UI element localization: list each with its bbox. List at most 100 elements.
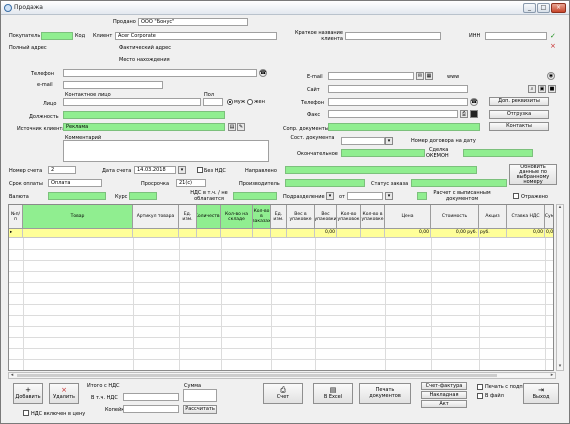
sost-dokumenta-field[interactable] bbox=[341, 137, 385, 145]
valuta-field[interactable] bbox=[48, 192, 106, 200]
table-cell[interactable] bbox=[23, 229, 133, 238]
muzh-radio[interactable] bbox=[227, 99, 233, 105]
color-icon[interactable] bbox=[470, 110, 478, 118]
phone-icon[interactable]: ☎ bbox=[259, 69, 267, 77]
col-header[interactable]: Цена bbox=[385, 205, 431, 229]
col-header[interactable]: Кол-во в упаковке bbox=[361, 205, 385, 229]
table-cell[interactable] bbox=[361, 229, 385, 238]
sdelka-field[interactable] bbox=[463, 149, 533, 157]
vyhod-button[interactable]: ⇥ Выход bbox=[523, 383, 559, 404]
r-email-field[interactable] bbox=[328, 72, 414, 80]
pechat-checkbox[interactable] bbox=[477, 384, 483, 390]
fax-icon[interactable]: ⎙ bbox=[460, 110, 468, 118]
pol-field[interactable] bbox=[203, 98, 223, 106]
table-cell[interactable]: руб. bbox=[479, 229, 507, 238]
col-header[interactable]: №п/п bbox=[9, 205, 23, 229]
table-cell[interactable] bbox=[179, 229, 197, 238]
zhen-radio[interactable] bbox=[247, 99, 253, 105]
dobavit-button[interactable]: + Добавить bbox=[13, 383, 43, 404]
utochnit-button[interactable]: Обновить данные по выбранному номеру bbox=[509, 164, 557, 185]
scroll-up-icon[interactable]: ▴ bbox=[557, 205, 563, 211]
col-header[interactable]: Вес упаковки bbox=[315, 205, 337, 229]
klient-field[interactable]: Acer Corporate bbox=[115, 32, 277, 40]
scroll-left-icon[interactable]: ◂ bbox=[9, 373, 15, 379]
r-telefon-field[interactable] bbox=[328, 98, 468, 106]
predoplata-dropdown-icon[interactable]: ▾ bbox=[326, 192, 334, 200]
schet-faktura-button[interactable]: Счет-фактура bbox=[421, 382, 467, 390]
maximize-button[interactable]: □ bbox=[537, 3, 550, 13]
istochnik-field[interactable]: Реклама bbox=[63, 123, 225, 131]
pokupatel-code-field[interactable] bbox=[41, 32, 73, 40]
col-header[interactable]: Вес в упаковке bbox=[287, 205, 315, 229]
udalit-button[interactable]: × Удалить bbox=[49, 383, 79, 404]
table-cell[interactable] bbox=[337, 229, 361, 238]
dop-dannye-button[interactable]: Доп. реквизиты bbox=[489, 97, 549, 106]
dolzhnost-field[interactable] bbox=[63, 111, 225, 119]
lico-field[interactable] bbox=[63, 98, 201, 106]
edit-icon[interactable]: ✎ bbox=[237, 123, 245, 131]
nds-field[interactable] bbox=[233, 192, 277, 200]
calendar-dropdown-icon[interactable]: ▾ bbox=[178, 166, 186, 174]
data-scheta-field[interactable]: 14.03.2018 bbox=[134, 166, 176, 174]
v-t-ch-nds-field[interactable] bbox=[123, 393, 179, 401]
schet-button[interactable]: ⎙ Счет bbox=[263, 383, 303, 404]
kommentariy-field[interactable] bbox=[63, 140, 269, 162]
save-icon[interactable]: ■ bbox=[548, 85, 556, 93]
scroll-down-icon[interactable]: ▾ bbox=[557, 364, 563, 370]
kontakty-button[interactable]: Контакты bbox=[489, 122, 549, 131]
pechat-button[interactable]: Печать документов bbox=[359, 383, 411, 404]
col-header[interactable]: Сум bbox=[545, 205, 553, 229]
srok-field[interactable]: Оплата bbox=[48, 179, 102, 187]
proizvoditel-field[interactable] bbox=[285, 179, 365, 187]
kurs-field[interactable] bbox=[129, 192, 157, 200]
table-cell[interactable] bbox=[253, 229, 271, 238]
okonch-field[interactable] bbox=[341, 149, 425, 157]
x-icon[interactable]: × bbox=[550, 42, 556, 50]
col-header[interactable]: Стоимость bbox=[431, 205, 479, 229]
table-cell[interactable] bbox=[221, 229, 253, 238]
nakladnaya-button[interactable]: Накладная bbox=[421, 391, 467, 399]
kratkoe-field[interactable] bbox=[345, 32, 441, 40]
close-button[interactable]: × bbox=[551, 3, 566, 13]
table-cell[interactable]: 0,00 bbox=[315, 229, 337, 238]
table-cell[interactable] bbox=[197, 229, 221, 238]
table-cell[interactable]: 0,00 bbox=[385, 229, 431, 238]
scroll-right-icon[interactable]: ▸ bbox=[549, 373, 555, 379]
col-header[interactable]: Артикул товара bbox=[133, 205, 179, 229]
table-row[interactable]: ▸ 0,00 0,00 0,00 руб. руб. 0,00 0,0 bbox=[9, 229, 553, 238]
bez-nds-checkbox[interactable] bbox=[197, 167, 203, 173]
nds-v-schete-checkbox[interactable] bbox=[23, 410, 29, 416]
open-icon[interactable]: ✉ bbox=[416, 72, 424, 80]
table-cell[interactable]: 0,00 bbox=[507, 229, 545, 238]
faks-field[interactable] bbox=[328, 110, 458, 118]
col-header[interactable]: Ед. изм. bbox=[179, 205, 197, 229]
vertical-scrollbar[interactable]: ▴ ▾ bbox=[556, 204, 564, 371]
col-header[interactable]: Товар bbox=[23, 205, 133, 229]
raschet-button[interactable]: Рассчитать bbox=[183, 405, 217, 414]
r-phone-icon[interactable]: ☎ bbox=[470, 98, 478, 106]
globe-icon[interactable]: ◉ bbox=[547, 72, 555, 80]
kopeiki-field[interactable] bbox=[123, 405, 179, 413]
prosrochka-field[interactable]: 21(с) bbox=[176, 179, 206, 187]
table-cell[interactable] bbox=[271, 229, 287, 238]
search-icon[interactable]: ⌕ bbox=[528, 85, 536, 93]
sost-dropdown-icon[interactable]: ▾ bbox=[385, 137, 393, 145]
summa-field[interactable] bbox=[183, 389, 217, 402]
prodano-field[interactable]: ООО "Бонус" bbox=[138, 18, 248, 26]
doc-icon[interactable]: ▣ bbox=[538, 85, 546, 93]
col-header[interactable]: Кол-во на складе bbox=[221, 205, 253, 229]
sayt-field[interactable] bbox=[328, 85, 468, 93]
col-header[interactable]: Ед. изм. bbox=[271, 205, 287, 229]
table-cell[interactable]: 0,0 bbox=[545, 229, 553, 238]
minimize-button[interactable]: _ bbox=[523, 3, 536, 13]
napravleno-field[interactable] bbox=[285, 166, 477, 174]
table-cell[interactable]: 0,00 руб. bbox=[431, 229, 479, 238]
v-excel-button[interactable]: ▤ В Excel bbox=[313, 383, 353, 404]
scroll-thumb[interactable] bbox=[17, 374, 497, 377]
ot-field[interactable] bbox=[347, 192, 383, 200]
col-header[interactable]: Количество bbox=[197, 205, 221, 229]
table-cell[interactable] bbox=[133, 229, 179, 238]
inn-field[interactable] bbox=[485, 32, 547, 40]
table-cell[interactable]: ▸ bbox=[9, 229, 23, 238]
col-header[interactable]: Акциз bbox=[479, 205, 507, 229]
